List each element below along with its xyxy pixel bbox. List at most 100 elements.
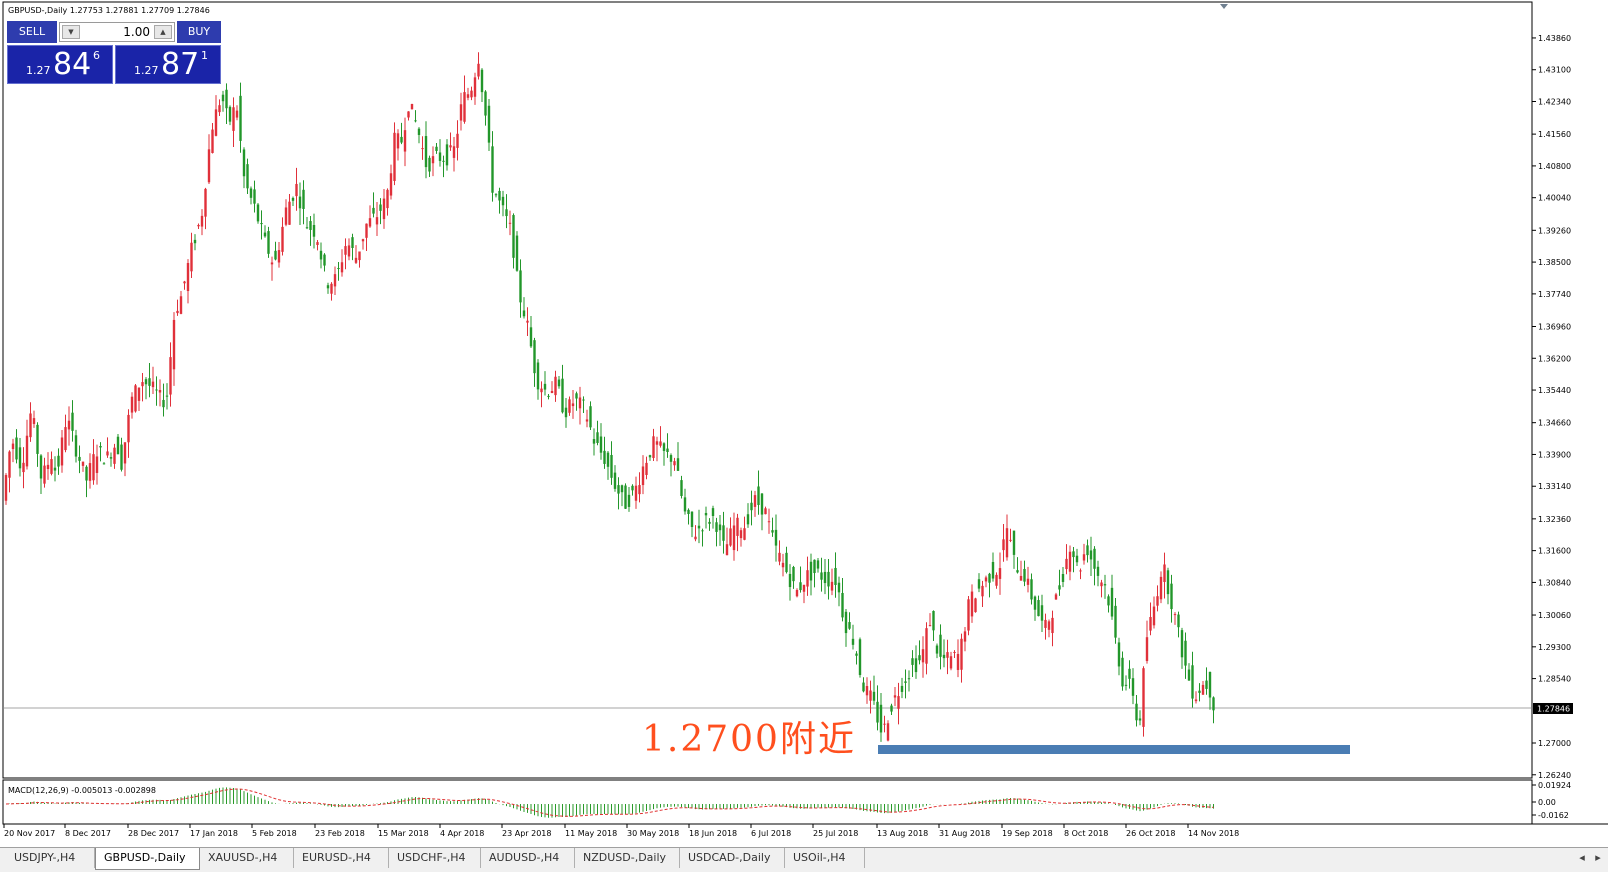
tab-nzdusd-daily[interactable]: NZDUSD-,Daily [575, 848, 680, 868]
candle-body [351, 237, 354, 248]
buy-price-sup: 1 [201, 49, 208, 62]
lot-size-value[interactable]: 1.00 [82, 23, 150, 41]
support-band [878, 745, 1350, 754]
candle-body [1005, 528, 1009, 558]
candle-body [1163, 564, 1166, 583]
price-tick-label: 1.43100 [1538, 66, 1571, 75]
candle-body [1121, 657, 1124, 687]
tab-usdcad-daily[interactable]: USDCAD-,Daily [680, 848, 785, 868]
candle-body [855, 653, 858, 656]
price-axis: 1.43860 1.43100 1.42340 1.41560 1.40800 1.400… [1532, 34, 1571, 780]
candle-body [645, 462, 648, 475]
tab-usdjpy-h4[interactable]: USDJPY-,H4 [6, 848, 95, 868]
candle-body [1033, 596, 1037, 610]
lot-increase-icon[interactable]: ▲ [154, 25, 172, 39]
candle-body [1107, 596, 1110, 606]
candle-body [834, 567, 837, 585]
candle-body [1152, 606, 1156, 626]
tab-scroll-left-icon[interactable]: ◂ [1575, 848, 1589, 868]
buy-button[interactable]: BUY [177, 21, 221, 43]
candle-body [260, 223, 263, 225]
macd-tick-label: 0.00 [1538, 798, 1556, 807]
candle-body [228, 106, 232, 122]
candle-body [18, 447, 22, 469]
candle-body [480, 69, 484, 93]
candle-body [746, 514, 750, 525]
candle-body [876, 701, 879, 723]
date-tick-label: 5 Feb 2018 [252, 829, 297, 838]
candle-body [921, 649, 925, 663]
candle-body [263, 232, 267, 237]
candle-body [1068, 551, 1072, 572]
candle-body [221, 94, 225, 102]
candle-body [92, 454, 95, 481]
tab-usoil-h4[interactable]: USOil-,H4 [785, 848, 865, 868]
candle-body [85, 466, 88, 481]
tab-scroll-right-icon[interactable]: ▸ [1591, 848, 1605, 868]
candle-body [911, 658, 914, 665]
candle-body [862, 682, 865, 692]
candle-body [1065, 558, 1068, 570]
candle-body [445, 144, 449, 166]
candle-body [214, 109, 218, 136]
tab-audusd-h4[interactable]: AUDUSD-,H4 [481, 848, 575, 868]
tab-xauusd-h4[interactable]: XAUUSD-,H4 [200, 848, 294, 868]
candle-body [568, 399, 571, 413]
candle-body [760, 493, 764, 515]
sell-price-sup: 6 [93, 49, 100, 62]
tab-usdchf-h4[interactable]: USDCHF-,H4 [389, 848, 481, 868]
candle-body [893, 695, 897, 698]
candle-body [487, 105, 491, 143]
candle-body [25, 435, 29, 467]
candle-body [71, 412, 74, 431]
candle-body [704, 512, 708, 516]
tab-eurusd-h4[interactable]: EURUSD-,H4 [294, 848, 389, 868]
candle-body [515, 235, 519, 271]
date-tick-label: 26 Oct 2018 [1126, 829, 1175, 838]
candle-body [99, 445, 102, 448]
candle-body [1131, 678, 1135, 696]
candle-body [1061, 573, 1065, 582]
candle-body [116, 436, 120, 455]
one-click-trading-panel: SELL ▼ 1.00 ▲ BUY 1.27 84 6 1.27 87 1 [7, 21, 221, 84]
candle-body [1012, 530, 1016, 555]
date-tick-label: 11 May 2018 [565, 829, 617, 838]
candle-body [473, 77, 477, 97]
candle-body [410, 103, 414, 110]
candle-body [1075, 555, 1079, 563]
candle-body [1145, 637, 1149, 662]
candle-body [1170, 583, 1173, 610]
candle-body [1166, 570, 1170, 595]
symbol-info: GBPUSD-,Daily 1.27753 1.27881 1.27709 1.… [8, 6, 210, 15]
candle-body [361, 239, 365, 242]
lot-decrease-icon[interactable]: ▼ [62, 25, 80, 39]
sell-button[interactable]: SELL [7, 21, 57, 43]
candle-body [946, 652, 949, 658]
candle-body [767, 521, 771, 523]
candle-body [67, 420, 71, 430]
tab-gbpusd-daily[interactable]: GBPUSD-,Daily [95, 848, 200, 870]
candle-body [1023, 568, 1026, 582]
candle-body [1173, 614, 1177, 616]
candle-body [281, 226, 284, 252]
candle-body [246, 164, 249, 189]
candle-body [802, 584, 806, 592]
candle-body [400, 136, 403, 143]
candle-body [60, 437, 64, 466]
candle-body [967, 599, 970, 631]
date-tick-label: 4 Apr 2018 [440, 829, 484, 838]
candle-body [172, 319, 176, 370]
candle-body [466, 94, 470, 98]
candle-body [1128, 668, 1131, 679]
candle-body [50, 459, 53, 474]
candle-body [739, 530, 743, 539]
candle-body [981, 585, 984, 597]
sell-price[interactable]: 1.27 84 6 [7, 45, 113, 84]
candle-body [326, 285, 330, 289]
lot-size-field[interactable]: ▼ 1.00 ▲ [59, 22, 175, 42]
candle-body [302, 189, 305, 209]
candle-body [1002, 539, 1005, 551]
candle-body [365, 223, 368, 238]
candle-body [32, 418, 36, 424]
buy-price[interactable]: 1.27 87 1 [115, 45, 221, 84]
